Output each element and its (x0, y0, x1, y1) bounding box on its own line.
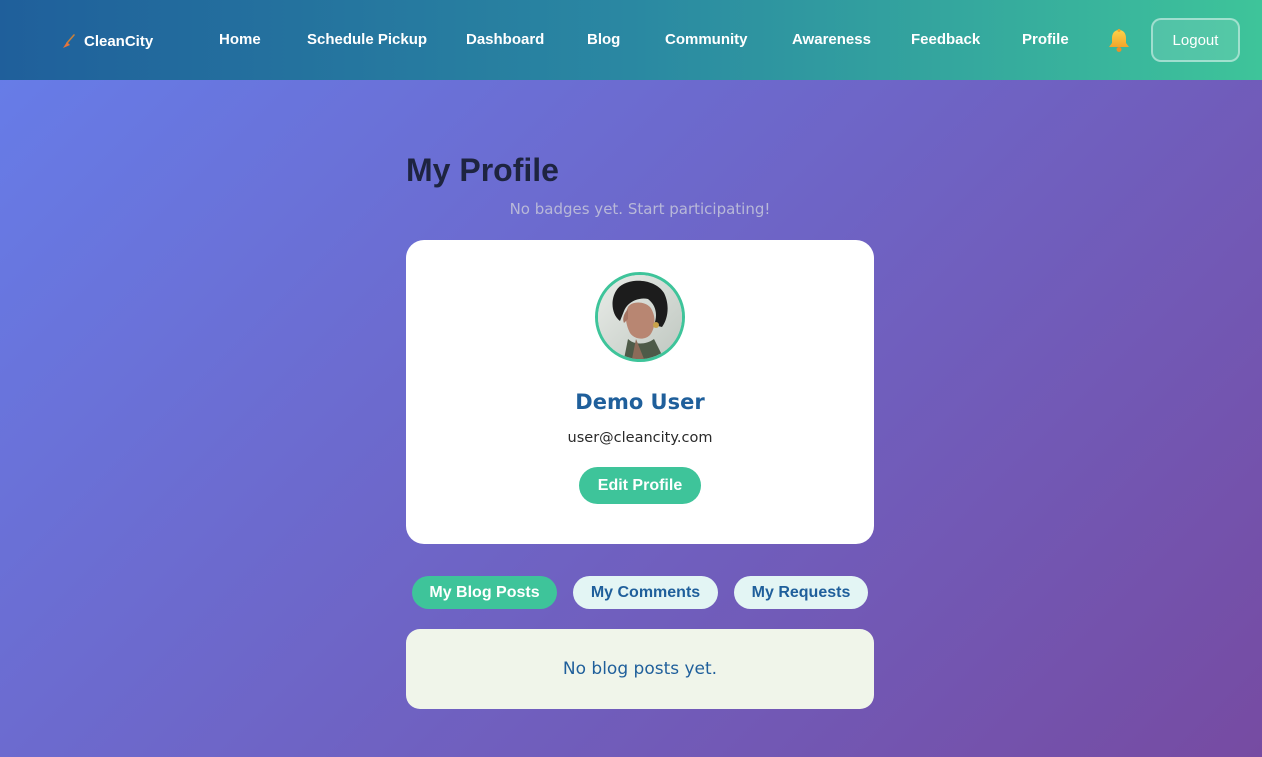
profile-email: user@cleancity.com (567, 430, 713, 446)
tab-my-blog-posts[interactable]: My Blog Posts (412, 576, 557, 609)
nav-link-awareness[interactable]: Awareness (792, 31, 871, 48)
nav-link-community[interactable]: Community (665, 31, 748, 48)
nav-link-dashboard[interactable]: Dashboard (466, 31, 544, 48)
nav-link-blog[interactable]: Blog (587, 31, 620, 48)
nav-link-schedule-pickup[interactable]: Schedule Pickup (307, 31, 427, 48)
page-title: My Profile (406, 152, 559, 188)
bell-icon[interactable] (1106, 28, 1132, 54)
broom-icon (63, 34, 75, 48)
nav-link-profile[interactable]: Profile (1022, 31, 1069, 48)
avatar (595, 272, 685, 362)
profile-card: Demo User user@cleancity.com Edit Profil… (406, 240, 874, 544)
logout-button[interactable]: Logout (1151, 18, 1240, 62)
user-avatar-icon (598, 275, 682, 359)
badges-message: No badges yet. Start participating! (509, 200, 771, 218)
brand-name: CleanCity (84, 32, 154, 50)
edit-profile-button[interactable]: Edit Profile (579, 467, 701, 504)
tab-my-requests[interactable]: My Requests (734, 576, 868, 609)
nav-link-feedback[interactable]: Feedback (911, 31, 980, 48)
nav-link-home[interactable]: Home (219, 31, 261, 48)
profile-name: Demo User (575, 390, 705, 414)
brand-logo[interactable]: CleanCity (60, 30, 153, 52)
tab-my-comments[interactable]: My Comments (573, 576, 718, 609)
empty-state-message: No blog posts yet. (562, 659, 718, 679)
empty-state-card: No blog posts yet. (406, 629, 874, 709)
top-navbar: CleanCity Home Schedule Pickup Dashboard… (0, 0, 1262, 80)
